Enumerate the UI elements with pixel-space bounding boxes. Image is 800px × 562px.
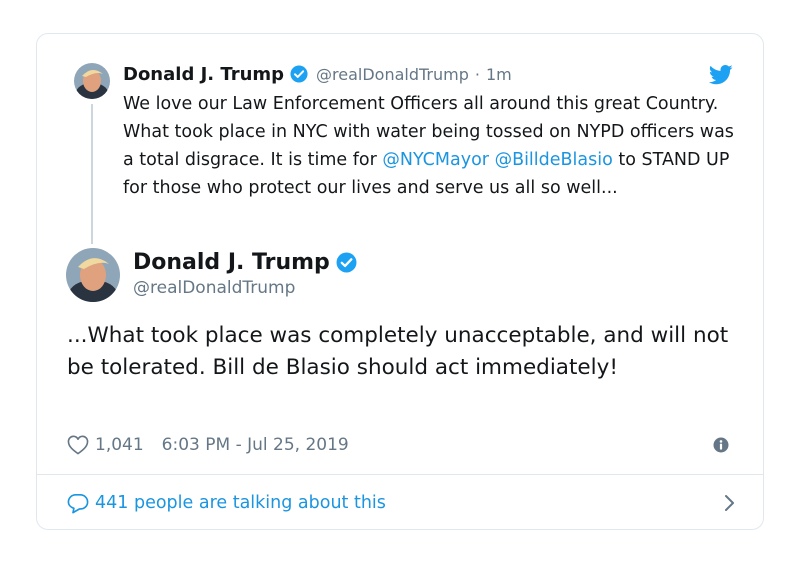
parent-author-handle[interactable]: @realDonaldTrump [316,65,469,84]
info-icon[interactable] [713,437,729,453]
parent-author-name[interactable]: Donald J. Trump [123,64,284,85]
verified-badge-icon [290,65,308,83]
parent-avatar[interactable] [74,63,110,99]
speech-bubble-icon [67,493,89,514]
conversation-count-text: 441 people are talking about this [95,493,386,513]
main-name-row: Donald J. Trump [133,250,365,275]
mention-nycmayor[interactable]: @NYCMayor [382,150,489,170]
conversation-link[interactable]: 441 people are talking about this [67,490,735,516]
twitter-bird-icon[interactable] [708,65,733,85]
main-author-handle[interactable]: @realDonaldTrump [133,278,365,298]
main-tweet-text: ...What took place was completely unacce… [67,323,729,380]
footer-divider [37,474,763,475]
mention-billdeblasio[interactable]: @BilldeBlasio [495,150,613,170]
main-header: Donald J. Trump @realDonaldTrump [133,250,365,298]
parent-tweet-text: We love our Law Enforcement Officers all… [123,90,735,202]
like-count[interactable]: 1,041 [95,435,144,455]
tweet-embed-card: Donald J. Trump @realDonaldTrump · 1m We… [36,33,764,530]
main-author-name[interactable]: Donald J. Trump [133,250,330,275]
parent-header: Donald J. Trump @realDonaldTrump · 1m [123,62,512,86]
thread-line [91,104,93,244]
verified-badge-icon [336,252,357,273]
heart-icon[interactable] [67,435,89,455]
parent-timestamp[interactable]: 1m [486,65,512,84]
separator-dot: · [474,64,480,84]
main-avatar[interactable] [66,248,120,302]
tweet-meta-row: 1,041 6:03 PM - Jul 25, 2019 [67,432,349,458]
tweet-timestamp[interactable]: 6:03 PM - Jul 25, 2019 [162,435,349,455]
chevron-right-icon[interactable] [723,494,735,512]
